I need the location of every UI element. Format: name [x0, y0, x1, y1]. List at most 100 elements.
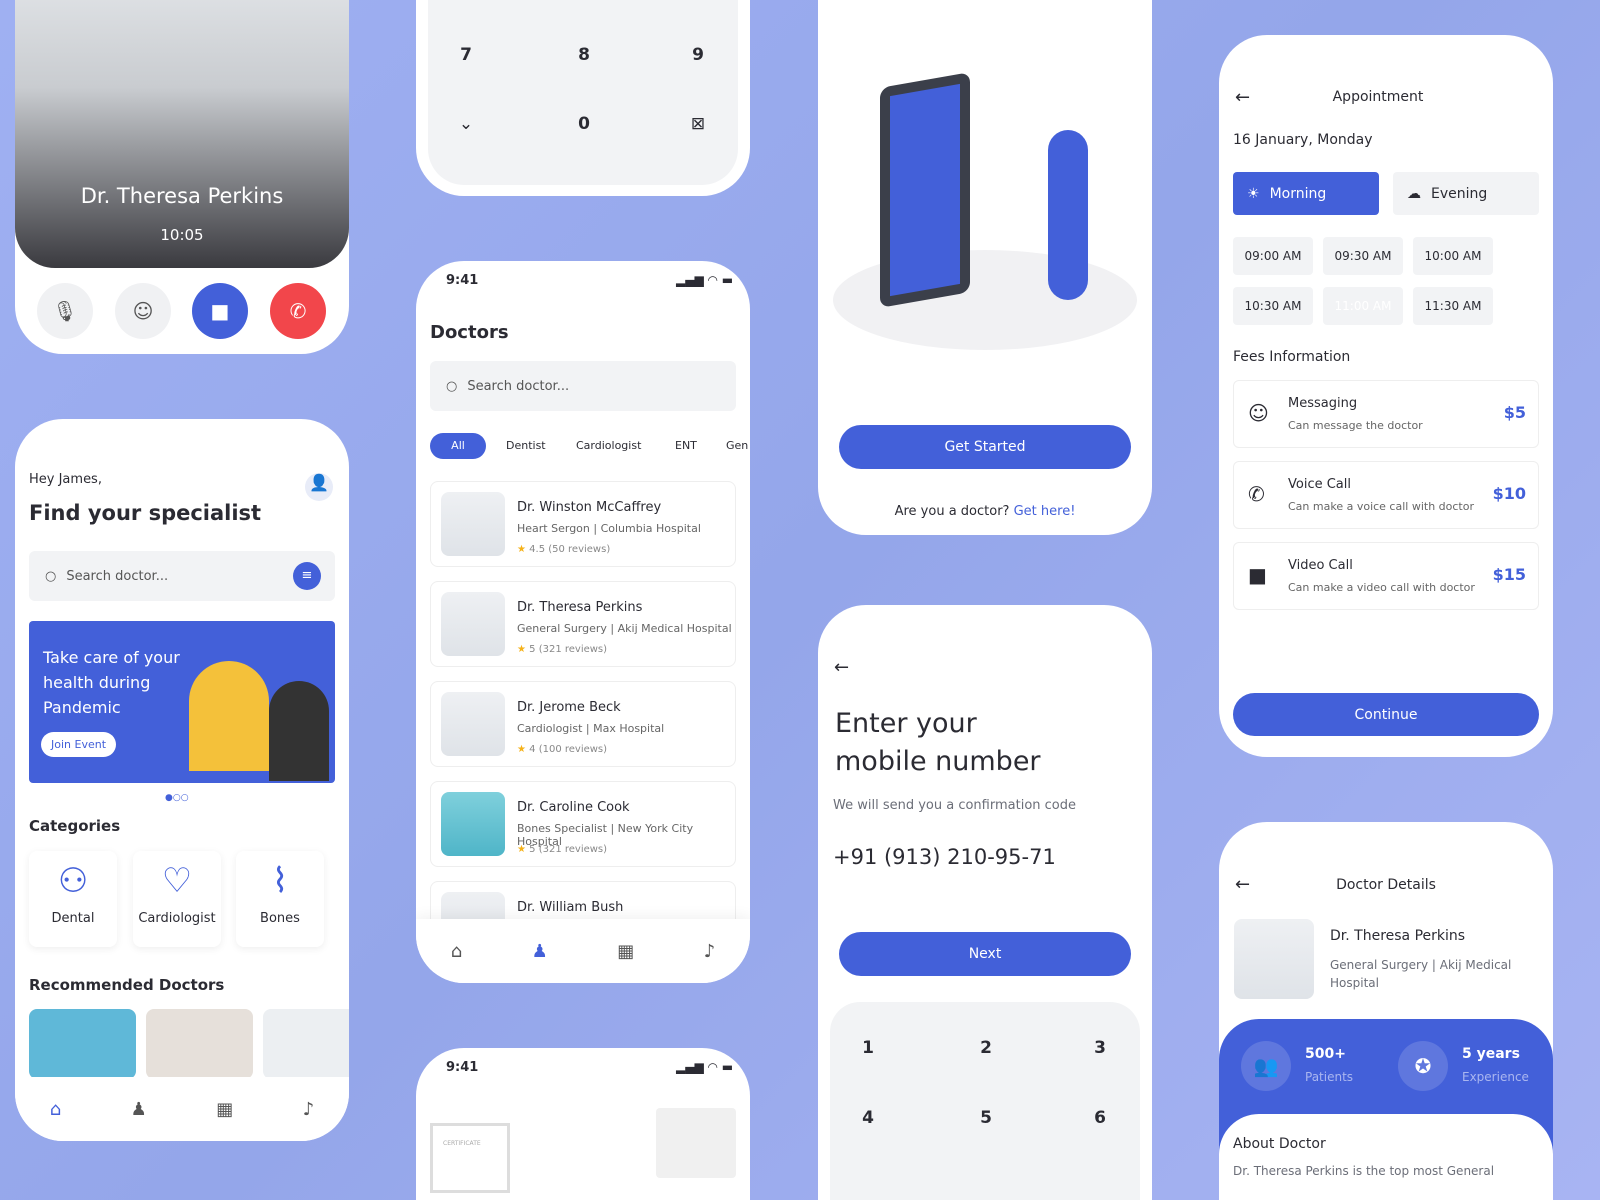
filter-dentist[interactable]: Dentist	[506, 439, 546, 452]
phone-icon[interactable]: ✆	[270, 283, 326, 339]
key-0[interactable]: 0	[564, 114, 604, 134]
time-slot[interactable]: 09:00 AM	[1233, 237, 1313, 275]
doctor-photo	[441, 492, 505, 556]
search-placeholder: Search doctor...	[467, 378, 570, 394]
keypad: 1 2 3 4 5 6	[830, 1002, 1140, 1200]
doctor-name: Dr. Theresa Perkins	[517, 600, 643, 615]
get-here-link[interactable]: Get here!	[1014, 504, 1076, 519]
keypad-card: 7 8 9 ⌄ 0 ⊠	[416, 0, 750, 196]
video-icon[interactable]: ■	[192, 283, 248, 339]
fee-desc: Can make a voice call with doctor	[1288, 500, 1474, 513]
key-5[interactable]: 5	[966, 1108, 1006, 1128]
tab-morning[interactable]: ☀ Morning	[1233, 172, 1379, 215]
patient-illustration	[1048, 130, 1088, 300]
avatar[interactable]: 👤	[305, 473, 333, 501]
heart-icon: ♡	[161, 861, 193, 901]
search-input[interactable]: ○ Search doctor...	[430, 361, 736, 411]
doctor-name: Dr. Caroline Cook	[517, 800, 630, 815]
sun-icon: ☀	[1247, 185, 1260, 202]
fee-voice-call[interactable]: ✆ Voice Call Can make a voice call with do…	[1233, 461, 1539, 529]
category-dental[interactable]: ⚇ Dental	[29, 851, 117, 947]
calendar-icon[interactable]: ▦	[216, 1099, 233, 1120]
chat-icon[interactable]: ☺	[115, 283, 171, 339]
backspace-icon[interactable]: ⊠	[678, 114, 718, 134]
recommended-doctor-card[interactable]	[29, 1009, 136, 1079]
doctors-screen: 9:41 ▂▄▆ ◠ ▬ Doctors ○ Search doctor... A…	[416, 261, 750, 983]
recommended-title: Recommended Doctors	[29, 976, 225, 994]
bell-icon[interactable]: ♪	[704, 941, 716, 962]
fee-messaging[interactable]: ☺ Messaging Can message the doctor $5	[1233, 380, 1539, 448]
page-title: Appointment	[1332, 89, 1424, 105]
doctor-icon[interactable]: ♟	[532, 941, 548, 962]
carousel-dots[interactable]: ●○○	[165, 793, 189, 803]
doctor-illustration	[890, 83, 960, 297]
continue-button[interactable]: Continue	[1233, 693, 1539, 736]
award-icon: ✪	[1398, 1041, 1448, 1091]
filter-icon[interactable]: ≡	[293, 562, 321, 590]
next-button[interactable]: Next	[839, 932, 1131, 976]
doctor-photo	[441, 592, 505, 656]
recommended-doctor-card[interactable]	[263, 1009, 349, 1079]
doctor-name: Dr. Winston McCaffrey	[517, 500, 662, 515]
key-7[interactable]: 7	[446, 45, 486, 65]
time-slot[interactable]: 10:30 AM	[1233, 287, 1313, 325]
get-started-button[interactable]: Get Started	[839, 425, 1131, 469]
search-placeholder: Search doctor...	[66, 568, 169, 584]
doctor-list-item[interactable]: Dr. Theresa Perkins General Surgery | Aki…	[430, 581, 736, 667]
recommended-doctor-card[interactable]	[146, 1009, 253, 1079]
page-title: Doctors	[430, 322, 509, 343]
doctor-list-item[interactable]: Dr. William Bush	[430, 881, 736, 919]
chevron-down-icon[interactable]: ⌄	[446, 114, 486, 134]
filter-cardiologist[interactable]: Cardiologist	[576, 439, 641, 452]
filter-general[interactable]: Gen	[726, 439, 748, 452]
bell-icon[interactable]: ♪	[303, 1099, 315, 1120]
doctor-rating: ★ 5 (321 reviews)	[517, 844, 607, 855]
time-slot[interactable]: 09:30 AM	[1323, 237, 1403, 275]
back-arrow-icon[interactable]: ←	[834, 657, 849, 678]
experience-label: Experience	[1462, 1070, 1529, 1084]
key-8[interactable]: 8	[564, 45, 604, 65]
doctor-specialty: Cardiologist | Max Hospital	[517, 722, 665, 735]
doctor-question: Are you a doctor?	[894, 504, 1010, 519]
search-input[interactable]: ○ Search doctor... ≡	[29, 551, 335, 601]
home-icon[interactable]: ⌂	[451, 941, 462, 962]
key-4[interactable]: 4	[848, 1108, 888, 1128]
tab-evening[interactable]: ☁ Evening	[1393, 172, 1539, 215]
fee-video-call[interactable]: ■ Video Call Can make a video call with do…	[1233, 542, 1539, 610]
category-bones[interactable]: ⌇ Bones	[236, 851, 324, 947]
about-text: Dr. Theresa Perkins is the top most Gene…	[1233, 1164, 1495, 1178]
key-9[interactable]: 9	[678, 45, 718, 65]
phone-input[interactable]: +91 (913) 210-95-71	[833, 845, 1056, 869]
key-1[interactable]: 1	[848, 1038, 888, 1058]
doctor-list-item[interactable]: Dr. Jerome Beck Cardiologist | Max Hospit…	[430, 681, 736, 767]
onboarding-screen: Get Started Are you a doctor? Get here!	[818, 0, 1152, 535]
key-3[interactable]: 3	[1080, 1038, 1120, 1058]
home-icon[interactable]: ⌂	[50, 1099, 61, 1120]
time-slot-selected[interactable]: 11:00 AM	[1323, 287, 1403, 325]
join-event-button[interactable]: Join Event	[41, 732, 117, 757]
certificate-illustration: CERTIFICATE	[430, 1123, 510, 1193]
subtitle: We will send you a confirmation code	[833, 798, 1076, 813]
tooth-icon: ⚇	[57, 861, 89, 901]
certificate-screen: 9:41 ▂▄▆ ◠ ▬ CERTIFICATE	[416, 1048, 750, 1200]
category-cardiologist[interactable]: ♡ Cardiologist	[133, 851, 221, 947]
fee-price: $10	[1492, 484, 1526, 503]
filter-all[interactable]: All	[430, 433, 486, 459]
rating-text: 4.5 (50 reviews)	[529, 544, 611, 555]
category-label: Dental	[51, 911, 95, 926]
key-2[interactable]: 2	[966, 1038, 1006, 1058]
filter-ent[interactable]: ENT	[675, 439, 697, 452]
promo-banner[interactable]: Take care of your health during Pandemic…	[29, 621, 335, 783]
doctor-list-item[interactable]: Dr. Winston McCaffrey Heart Sergon | Colu…	[430, 481, 736, 567]
greeting: Hey James,	[29, 472, 102, 487]
calendar-icon[interactable]: ▦	[617, 941, 634, 962]
banner-illustration-person	[269, 681, 329, 781]
doctor-icon[interactable]: ♟	[131, 1099, 147, 1120]
key-6[interactable]: 6	[1080, 1108, 1120, 1128]
mic-off-icon[interactable]: 🎙	[37, 283, 93, 339]
fees-title: Fees Information	[1233, 349, 1351, 365]
time-slot[interactable]: 11:30 AM	[1413, 287, 1493, 325]
doctor-list-item[interactable]: Dr. Caroline Cook Bones Specialist | New …	[430, 781, 736, 867]
about-section: About Doctor Dr. Theresa Perkins is the …	[1219, 1114, 1553, 1200]
time-slot[interactable]: 10:00 AM	[1413, 237, 1493, 275]
